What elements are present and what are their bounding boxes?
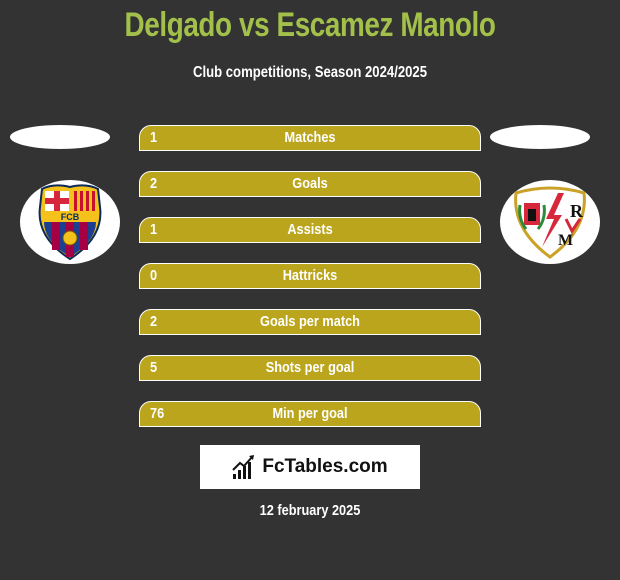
stat-row-goals-per-match[interactable]: 2 Goals per match [139, 309, 481, 335]
stat-label: Goals per match [260, 313, 360, 330]
left-player-placeholder [10, 125, 110, 149]
page-subtitle: Club competitions, Season 2024/2025 [192, 64, 428, 81]
stat-label: Goals [292, 175, 328, 192]
right-team-logo[interactable]: R M [500, 180, 600, 264]
stat-value: 0 [150, 267, 158, 284]
fc-barcelona-crest-icon: FCB [38, 184, 102, 261]
stat-value: 2 [150, 175, 158, 192]
date-label: 12 february 2025 [259, 502, 361, 519]
brand-name: FcTables.com [262, 456, 388, 477]
rayo-vallecano-crest-icon: R M [514, 186, 586, 259]
right-player-placeholder [490, 125, 590, 149]
svg-text:M: M [558, 232, 573, 249]
stat-value: 2 [150, 313, 158, 330]
stat-label: Assists [287, 221, 333, 238]
stat-row-matches[interactable]: 1 Matches [139, 125, 481, 151]
stat-label: Shots per goal [265, 359, 355, 376]
stat-value: 76 [150, 405, 165, 422]
stat-row-assists[interactable]: 1 Assists [139, 217, 481, 243]
stat-row-shots-per-goal[interactable]: 5 Shots per goal [139, 355, 481, 381]
stat-value: 1 [150, 129, 158, 146]
stat-row-min-per-goal[interactable]: 76 Min per goal [139, 401, 481, 427]
stat-row-goals[interactable]: 2 Goals [139, 171, 481, 197]
page-title: Delgado vs Escamez Manolo [124, 6, 496, 44]
svg-text:FCB: FCB [61, 212, 80, 222]
fctables-logo-link[interactable]: FcTables.com [200, 445, 420, 489]
stat-row-hattricks[interactable]: 0 Hattricks [139, 263, 481, 289]
stat-label: Matches [284, 129, 336, 146]
stat-value: 5 [150, 359, 158, 376]
left-team-logo[interactable]: FCB [20, 180, 120, 264]
stat-label: Hattricks [282, 267, 338, 284]
bar-chart-icon [232, 455, 255, 479]
stat-value: 1 [150, 221, 158, 238]
svg-text:R: R [570, 201, 584, 221]
stat-label: Min per goal [272, 405, 348, 422]
